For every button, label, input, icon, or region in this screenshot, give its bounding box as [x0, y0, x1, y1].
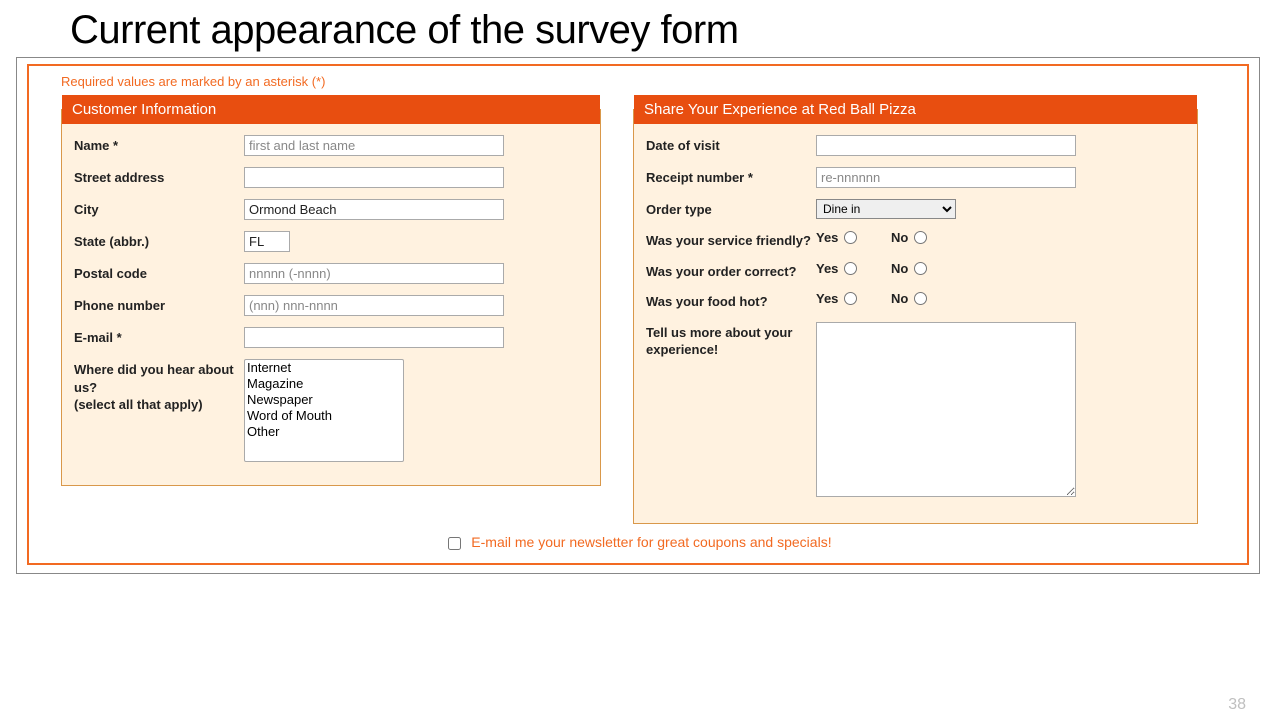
city-input[interactable] [244, 199, 504, 220]
postal-label: Postal code [74, 263, 244, 283]
hear-about-select[interactable]: Internet Magazine Newspaper Word of Mout… [244, 359, 404, 462]
name-input[interactable] [244, 135, 504, 156]
state-input[interactable] [244, 231, 290, 252]
slide-title: Current appearance of the survey form [0, 0, 1280, 57]
newsletter-label: E-mail me your newsletter for great coup… [471, 534, 831, 550]
experience-legend: Share Your Experience at Red Ball Pizza [634, 95, 1197, 124]
order-type-label: Order type [646, 199, 816, 219]
street-input[interactable] [244, 167, 504, 188]
state-label: State (abbr.) [74, 231, 244, 251]
food-hot-yes-radio[interactable] [844, 292, 857, 305]
no-label: No [891, 230, 908, 245]
customer-info-legend: Customer Information [62, 95, 600, 124]
tell-more-textarea[interactable] [816, 322, 1076, 497]
tell-more-label: Tell us more about your experience! [646, 322, 816, 359]
customer-info-fieldset: Customer Information Name * Street addre… [61, 95, 601, 486]
email-input[interactable] [244, 327, 504, 348]
list-item[interactable]: Internet [245, 360, 403, 376]
form-border: Required values are marked by an asteris… [27, 64, 1249, 565]
food-hot-no-radio[interactable] [914, 292, 927, 305]
list-item[interactable]: Other [245, 424, 403, 440]
date-label: Date of visit [646, 135, 816, 155]
list-item[interactable]: Magazine [245, 376, 403, 392]
yes-label: Yes [816, 230, 838, 245]
date-input[interactable] [816, 135, 1076, 156]
receipt-input[interactable] [816, 167, 1076, 188]
receipt-label: Receipt number * [646, 167, 816, 187]
street-label: Street address [74, 167, 244, 187]
email-label: E-mail * [74, 327, 244, 347]
name-label: Name * [74, 135, 244, 155]
list-item[interactable]: Newspaper [245, 392, 403, 408]
service-friendly-no-radio[interactable] [914, 231, 927, 244]
page-number: 38 [1228, 696, 1246, 714]
hear-about-label: Where did you hear about us? (select all… [74, 359, 244, 414]
service-friendly-yes-radio[interactable] [844, 231, 857, 244]
service-friendly-label: Was your service friendly? [646, 230, 816, 250]
newsletter-checkbox[interactable] [448, 537, 461, 550]
experience-fieldset: Share Your Experience at Red Ball Pizza … [633, 95, 1198, 524]
yes-label: Yes [816, 261, 838, 276]
slide-border: Required values are marked by an asteris… [16, 57, 1260, 574]
city-label: City [74, 199, 244, 219]
no-label: No [891, 291, 908, 306]
required-note: Required values are marked by an asteris… [61, 74, 1215, 89]
phone-input[interactable] [244, 295, 504, 316]
postal-input[interactable] [244, 263, 504, 284]
yes-label: Yes [816, 291, 838, 306]
list-item[interactable]: Word of Mouth [245, 408, 403, 424]
order-correct-yes-radio[interactable] [844, 262, 857, 275]
order-type-select[interactable]: Dine in [816, 199, 956, 219]
phone-label: Phone number [74, 295, 244, 315]
newsletter-row: E-mail me your newsletter for great coup… [61, 534, 1215, 553]
food-hot-label: Was your food hot? [646, 291, 816, 311]
order-correct-label: Was your order correct? [646, 261, 816, 281]
order-correct-no-radio[interactable] [914, 262, 927, 275]
no-label: No [891, 261, 908, 276]
